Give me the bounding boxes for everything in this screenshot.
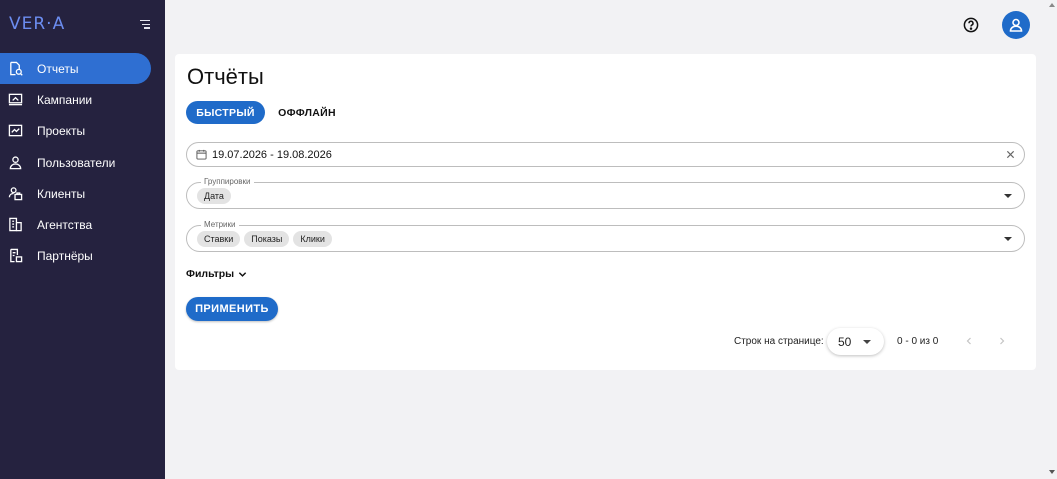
sidebar-item-label: Отчеты <box>37 62 79 76</box>
chip-bids[interactable]: Ставки <box>197 231 241 247</box>
chip-impressions[interactable]: Показы <box>244 231 290 247</box>
user-icon <box>1009 18 1023 32</box>
help-icon[interactable] <box>963 17 979 33</box>
sidebar-item-label: Проекты <box>37 124 86 139</box>
chart-icon <box>8 123 23 138</box>
agency-icon <box>8 217 23 232</box>
date-range-field[interactable]: 19.07.2026 - 19.08.2026 <box>186 142 1025 167</box>
sidebar-item-label: Агентства <box>37 217 93 232</box>
sidebar-item-users[interactable]: Пользователи <box>0 147 165 178</box>
groupings-label: Группировки <box>201 177 254 186</box>
dropdown-arrow-icon[interactable] <box>1004 237 1012 241</box>
sidebar-item-partners[interactable]: Партнёры <box>0 240 165 271</box>
scrollbar[interactable] <box>1047 0 1057 479</box>
user-avatar-button[interactable] <box>1002 11 1030 39</box>
sidebar-item-label: Пользователи <box>37 155 116 170</box>
sidebar-item-campaigns[interactable]: Кампании <box>0 84 165 115</box>
chevron-down-icon <box>238 271 247 277</box>
metrics-chips: Ставки Показы Клики <box>197 231 332 247</box>
app-logo[interactable]: VER·A <box>9 14 65 34</box>
dropdown-arrow-icon[interactable] <box>1004 194 1012 198</box>
scroll-up-icon[interactable] <box>1049 3 1055 7</box>
groupings-select[interactable]: Группировки Дата <box>186 177 1025 209</box>
chevron-left-icon[interactable] <box>964 336 974 346</box>
chevron-right-icon[interactable] <box>997 336 1007 346</box>
sidebar-item-label: Партнёры <box>37 249 93 264</box>
partners-icon <box>8 248 23 263</box>
rows-per-page-value: 50 <box>838 335 852 349</box>
filters-toggle[interactable]: Фильтры <box>186 268 247 280</box>
page-title: Отчёты <box>187 64 264 89</box>
pagination-range: 0 - 0 из 0 <box>897 336 939 347</box>
metrics-select[interactable]: Метрики Ставки Показы Клики <box>186 220 1025 252</box>
chip-clicks[interactable]: Клики <box>293 231 332 247</box>
sidebar-nav: Отчеты Кампании Проекты Пользователи Кли… <box>0 53 165 271</box>
scroll-down-icon[interactable] <box>1049 470 1055 474</box>
menu-collapse-icon[interactable] <box>140 20 150 29</box>
rows-per-page-select[interactable]: 50 <box>827 328 884 355</box>
groupings-chips: Дата <box>197 188 231 204</box>
clear-icon[interactable] <box>1006 150 1015 159</box>
sidebar-item-label: Кампании <box>37 93 93 108</box>
tab-quick[interactable]: БЫСТРЫЙ <box>186 101 265 124</box>
clients-icon <box>8 186 23 201</box>
sidebar-item-projects[interactable]: Проекты <box>0 115 165 146</box>
sidebar-item-reports[interactable]: Отчеты <box>0 53 151 84</box>
sidebar-item-label: Клиенты <box>37 186 86 201</box>
calendar-icon <box>196 149 207 160</box>
apply-button[interactable]: ПРИМЕНИТЬ <box>186 297 278 321</box>
rows-per-page-label: Строк на странице: <box>734 336 824 347</box>
dropdown-arrow-icon <box>863 340 871 344</box>
sidebar-item-clients[interactable]: Клиенты <box>0 178 165 209</box>
campaign-icon <box>8 92 23 107</box>
sidebar: VER·A Отчеты Кампании Проекты Пользовате… <box>0 0 165 479</box>
reports-card: Отчёты БЫСТРЫЙ ОФФЛАЙН 19.07.2026 - 19.0… <box>175 54 1036 370</box>
report-icon <box>8 61 23 76</box>
date-range-value: 19.07.2026 - 19.08.2026 <box>212 149 332 161</box>
chip-date[interactable]: Дата <box>197 188 231 204</box>
metrics-label: Метрики <box>201 220 239 229</box>
tab-offline[interactable]: ОФФЛАЙН <box>275 101 339 124</box>
filters-label: Фильтры <box>186 268 235 280</box>
sidebar-item-agencies[interactable]: Агентства <box>0 209 165 240</box>
users-icon <box>8 155 23 170</box>
